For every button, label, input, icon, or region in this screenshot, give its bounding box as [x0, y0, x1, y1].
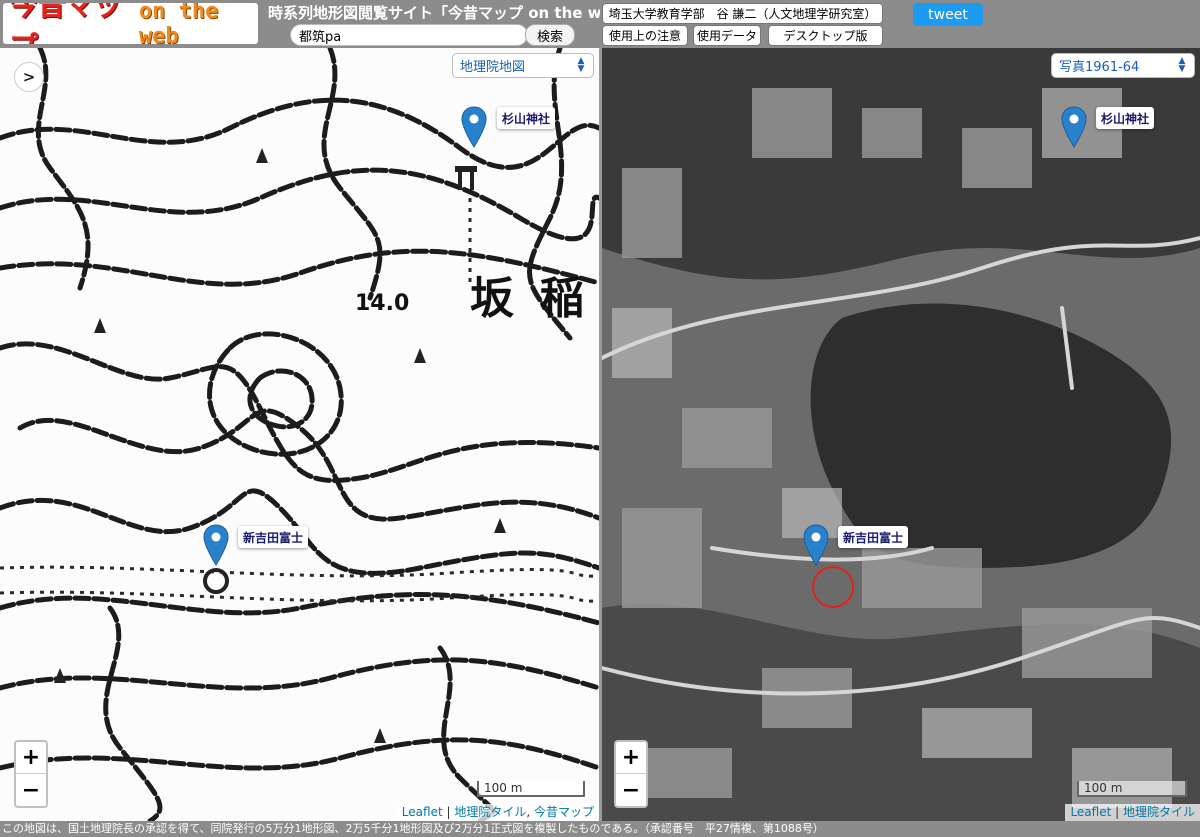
notice-button[interactable]: 使用上の注意	[602, 25, 688, 46]
right-zoom-control: + −	[614, 740, 648, 808]
zoom-in-button[interactable]: +	[616, 742, 646, 774]
left-map-pane[interactable]: 14.0 坂 稲 > 地理院地図 ▲ ▼ 杉山神社 新吉田富士 + − 100 m…	[0, 48, 599, 821]
marker-label-sugiyama: 杉山神社	[1096, 107, 1155, 129]
attribution-konjaku-link[interactable]: 今昔マップ	[534, 805, 594, 819]
topographic-map-tiles[interactable]: 14.0 坂 稲	[0, 48, 599, 821]
map-marker-icon[interactable]	[461, 106, 487, 148]
attribution-gsi-link[interactable]: 地理院タイル	[454, 805, 526, 819]
map-marker-icon[interactable]	[803, 524, 829, 566]
marker-label-shinyoshida: 新吉田富士	[838, 526, 909, 548]
left-attribution: Leaflet | 地理院タイル, 今昔マップ	[396, 804, 599, 821]
right-map-pane[interactable]: 写真1961-64 ▲ ▼ 杉山神社 新吉田富士 + − 100 m Leafle…	[602, 48, 1200, 821]
search-button[interactable]: 検索	[525, 24, 575, 46]
select-arrows-icon: ▲ ▼	[577, 56, 585, 74]
marker-label-sugiyama: 杉山神社	[497, 107, 556, 129]
tweet-button[interactable]: tweet	[913, 3, 983, 26]
left-zoom-control: + −	[14, 740, 48, 808]
map-place-text-1: 坂	[470, 273, 514, 324]
data-button[interactable]: 使用データ	[693, 25, 761, 46]
zoom-out-button[interactable]: −	[616, 774, 646, 806]
attribution-gsi-link[interactable]: 地理院タイル	[1123, 805, 1195, 819]
chevron-right-icon: >	[22, 68, 36, 86]
right-scale-bar: 100 m	[1077, 781, 1187, 797]
logo-sub-text: on the web	[138, 3, 219, 44]
right-attribution: Leaflet | 地理院タイル	[1065, 804, 1200, 821]
map-place-text-2: 稲	[540, 273, 584, 324]
right-layer-select-value: 写真1961-64	[1059, 60, 1140, 75]
zoom-out-button[interactable]: −	[16, 774, 46, 806]
left-scale-bar: 100 m	[477, 781, 585, 797]
marker-label-shinyoshida: 新吉田富士	[238, 526, 309, 548]
right-layer-select[interactable]: 写真1961-64 ▲ ▼	[1051, 53, 1195, 78]
site-logo[interactable]: 今昔マップ on the web	[3, 3, 258, 44]
map-marker-icon[interactable]	[1061, 106, 1087, 148]
zoom-in-button[interactable]: +	[16, 742, 46, 774]
attribution-leaflet-link[interactable]: Leaflet	[402, 805, 443, 819]
author-button[interactable]: 埼玉大学教育学部 谷 謙二（人文地理学研究室）	[602, 3, 883, 24]
left-layer-select[interactable]: 地理院地図 ▲ ▼	[452, 53, 594, 78]
attribution-leaflet-link[interactable]: Leaflet	[1070, 805, 1111, 819]
left-layer-select-value: 地理院地図	[460, 60, 526, 75]
select-arrows-icon: ▲ ▼	[1178, 56, 1186, 74]
header-bar: 今昔マップ on the web 時系列地形図閲覧サイト「今昔マップ on th…	[0, 0, 1200, 48]
copyright-footer: この地図は、国土地理院長の承認を得て、同院発行の5万分1地形図、2万5千分1地形…	[0, 821, 1200, 837]
map-elevation-text: 14.0	[355, 291, 409, 316]
panel-toggle-button[interactable]: >	[14, 62, 44, 92]
map-marker-icon[interactable]	[203, 524, 229, 566]
logo-main-text: 今昔マップ	[9, 3, 122, 44]
site-title: 時系列地形図閲覧サイト「今昔マップ on the web」	[268, 4, 600, 22]
aerial-photo-tiles[interactable]	[602, 48, 1200, 821]
search-input[interactable]	[290, 24, 528, 46]
desktop-version-button[interactable]: デスクトップ版	[768, 25, 883, 46]
